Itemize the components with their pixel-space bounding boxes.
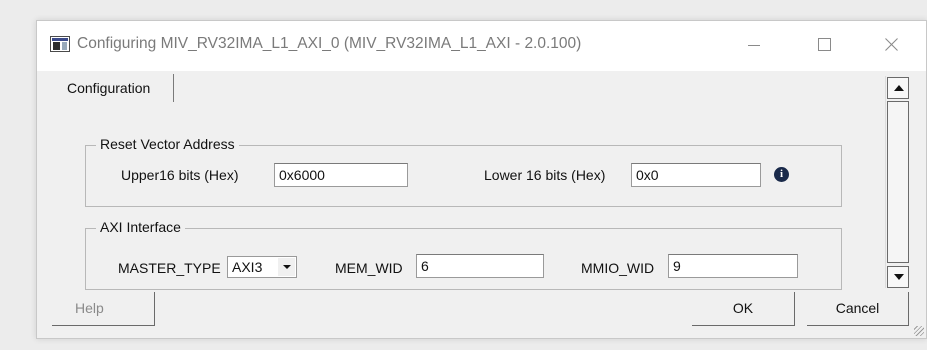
scroll-thumb[interactable] (887, 101, 909, 263)
mem-wid-input[interactable] (416, 254, 544, 278)
ok-button[interactable]: OK (692, 292, 795, 326)
close-icon[interactable] (877, 31, 907, 59)
reset-vector-group: Reset Vector Address Upper16 bits (Hex) … (85, 136, 842, 207)
window-title: Configuring MIV_RV32IMA_L1_AXI_0 (MIV_RV… (77, 35, 582, 52)
scroll-up-button[interactable] (887, 77, 909, 99)
tab-configuration[interactable]: Configuration (52, 74, 174, 102)
minimize-icon[interactable] (739, 31, 769, 59)
lower-bits-input[interactable] (631, 163, 761, 187)
configuration-panel: Configuration Reset Vector Address Upper… (52, 72, 909, 290)
scroll-down-button[interactable] (887, 266, 909, 288)
master-type-label: MASTER_TYPE (118, 260, 221, 276)
master-type-select[interactable]: AXI3 (227, 256, 297, 278)
mem-wid-label: MEM_WID (335, 260, 403, 276)
info-icon[interactable]: i (774, 167, 789, 182)
app-window-icon (50, 36, 70, 52)
lower-bits-label: Lower 16 bits (Hex) (484, 167, 606, 183)
reset-vector-group-label: Reset Vector Address (96, 136, 239, 152)
master-type-value: AXI3 (232, 259, 263, 275)
cancel-button[interactable]: Cancel (807, 292, 909, 326)
axi-interface-group-label: AXI Interface (96, 219, 185, 235)
vertical-scrollbar[interactable] (885, 76, 909, 288)
upper-bits-input[interactable] (274, 163, 408, 187)
title-bar[interactable]: Configuring MIV_RV32IMA_L1_AXI_0 (MIV_RV… (37, 21, 926, 71)
chevron-down-icon[interactable] (277, 258, 295, 276)
mmio-wid-label: MMIO_WID (581, 260, 655, 276)
axi-interface-group: AXI Interface MASTER_TYPE AXI3 MEM_WID M… (85, 219, 842, 290)
help-button[interactable]: Help (52, 292, 155, 326)
upper-bits-label: Upper16 bits (Hex) (121, 167, 239, 183)
maximize-icon[interactable] (809, 31, 839, 59)
mmio-wid-input[interactable] (668, 254, 798, 278)
configuration-dialog: Configuring MIV_RV32IMA_L1_AXI_0 (MIV_RV… (36, 20, 927, 339)
resize-grip-icon[interactable] (914, 326, 924, 336)
